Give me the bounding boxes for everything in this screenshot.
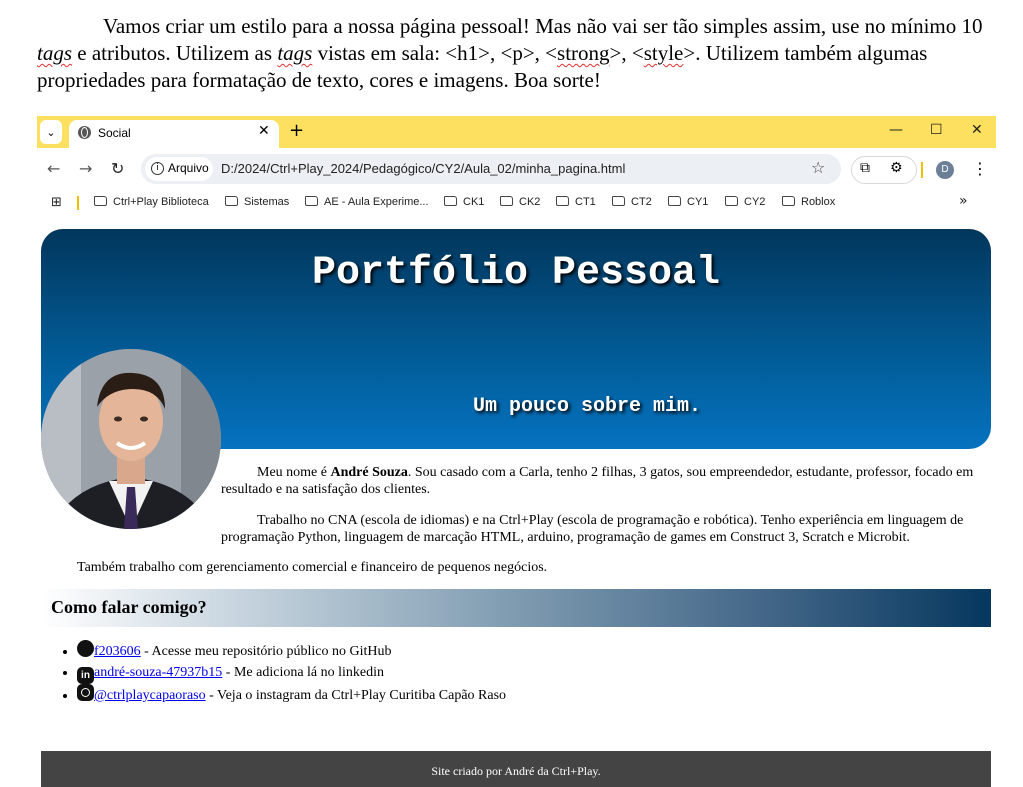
browser-toolbar: ← → ↻ i Arquivo D:/2024/Ctrl+Play_2024/P… (37, 148, 996, 190)
browser-window: ⌄ Social ✕ + — ☐ ✕ ← → ↻ i Arquivo D:/20… (37, 116, 996, 787)
minimize-button[interactable]: — (889, 122, 903, 138)
list-item: @ctrlplaycapaoraso - Veja o instagram da… (77, 684, 506, 706)
contact-header-bar: Como falar comigo? (41, 589, 991, 627)
tab-social[interactable]: Social ✕ (69, 120, 279, 148)
tab-search-button[interactable]: ⌄ (40, 120, 62, 144)
tab-title: Social (98, 126, 131, 140)
folder-icon (94, 196, 107, 206)
bookmark-item[interactable]: CY1 (668, 196, 708, 208)
profile-photo (41, 349, 221, 529)
page-footer: Site criado por André da Ctrl+Play. (41, 751, 991, 787)
instagram-icon (77, 684, 94, 701)
page-subtitle: Um pouco sobre mim. (473, 395, 702, 418)
chip-label: Arquivo (168, 161, 209, 175)
address-bar[interactable]: i Arquivo D:/2024/Ctrl+Play_2024/Pedagóg… (141, 154, 841, 184)
web-page: Portfólio Pessoal Um pouco sobre mim. Me… (37, 216, 996, 787)
about-paragraph-2: Trabalho no CNA (escola de idiomas) e na… (221, 513, 964, 545)
about-paragraph-3: Também trabalho com gerenciamento comerc… (77, 560, 548, 575)
site-info-chip[interactable]: i Arquivo (145, 157, 213, 181)
tab-bar: ⌄ Social ✕ + — ☐ ✕ (37, 116, 996, 148)
word-tags: tags (37, 41, 73, 65)
menu-icon[interactable]: ⋮ (972, 159, 988, 178)
reload-button[interactable]: ↻ (111, 159, 124, 178)
url-text[interactable]: D:/2024/Ctrl+Play_2024/Pedagógico/CY2/Au… (221, 161, 625, 176)
maximize-button[interactable]: ☐ (930, 122, 943, 138)
tab-close-icon[interactable]: ✕ (258, 123, 270, 139)
about-paragraph-1: Meu nome é André Souza. Sou casado com a… (221, 465, 974, 497)
folder-icon (556, 196, 569, 206)
folder-icon (500, 196, 513, 206)
list-item: inandré-souza-47937b15 - Me adiciona lá … (77, 662, 506, 684)
bookmark-star-icon[interactable]: ☆ (811, 158, 825, 177)
bookmarks-separator (77, 196, 79, 210)
folder-icon (782, 196, 795, 206)
bookmark-item[interactable]: CK1 (444, 196, 484, 208)
portrait-image (41, 349, 221, 529)
info-icon: i (151, 162, 164, 175)
toolbar-separator (921, 162, 923, 178)
linkedin-link[interactable]: andré-souza-47937b15 (94, 665, 222, 680)
github-icon (77, 640, 94, 657)
bookmark-item[interactable]: CT1 (556, 196, 596, 208)
forward-button[interactable]: → (79, 159, 92, 178)
github-link[interactable]: f203606 (94, 644, 141, 659)
apps-icon[interactable]: ⊞ (51, 195, 62, 210)
page-title: Portfólio Pessoal (311, 251, 721, 296)
bookmark-item[interactable]: Ctrl+Play Biblioteca (94, 196, 209, 208)
list-item: f203606 - Acesse meu repositório público… (77, 640, 506, 662)
globe-icon (78, 126, 91, 139)
folder-icon (225, 196, 238, 206)
more-bookmarks-icon[interactable]: » (959, 193, 968, 209)
folder-icon (612, 196, 625, 206)
folder-icon (305, 196, 318, 206)
contact-heading: Como falar comigo? (51, 597, 207, 617)
extensions-group: ⧉ ⚙ (851, 156, 917, 184)
contact-links-list: f203606 - Acesse meu repositório público… (59, 640, 506, 706)
new-tab-button[interactable]: + (289, 120, 304, 141)
extensions-icon[interactable]: ⚙ (890, 160, 903, 176)
folder-icon (444, 196, 457, 206)
instagram-link[interactable]: @ctrlplaycapaoraso (94, 688, 206, 703)
cast-icon[interactable]: ⧉ (860, 160, 870, 176)
folder-icon (668, 196, 681, 206)
bookmark-item[interactable]: CY2 (725, 196, 765, 208)
bookmark-item[interactable]: Roblox (782, 196, 835, 208)
bookmarks-bar: ⊞ Ctrl+Play Biblioteca Sistemas AE - Aul… (37, 190, 996, 216)
bookmark-item[interactable]: Sistemas (225, 196, 289, 208)
folder-icon (725, 196, 738, 206)
profile-avatar[interactable]: D (936, 161, 954, 179)
bookmark-item[interactable]: AE - Aula Experime... (305, 196, 429, 208)
bookmark-item[interactable]: CT2 (612, 196, 652, 208)
linkedin-icon: in (77, 667, 94, 684)
author-name: André Souza (330, 465, 408, 480)
bookmark-item[interactable]: CK2 (500, 196, 540, 208)
assignment-paragraph: Vamos criar um estilo para a nossa págin… (37, 14, 983, 92)
word-tags-2: tags (277, 41, 313, 65)
back-button[interactable]: ← (47, 159, 60, 178)
close-window-button[interactable]: ✕ (971, 122, 983, 138)
